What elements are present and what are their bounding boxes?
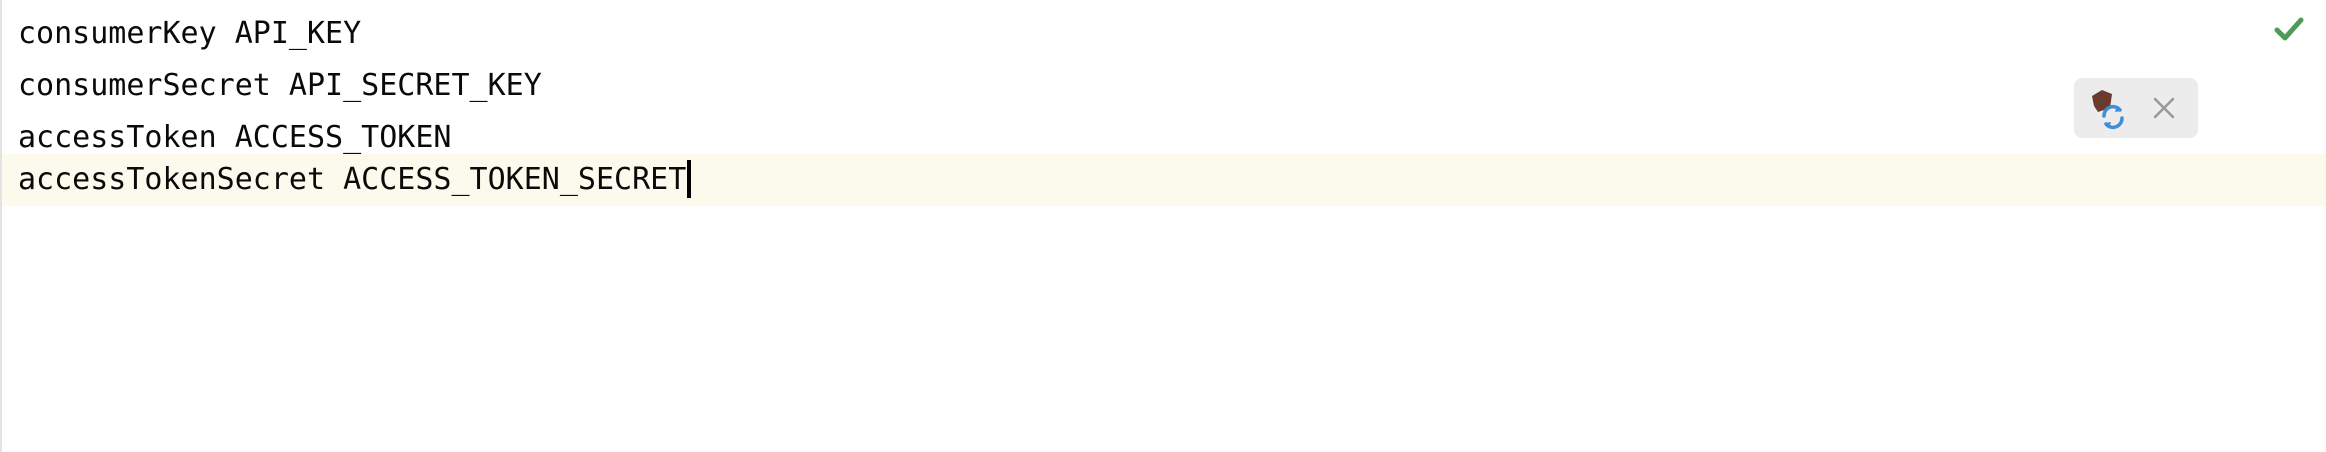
load-gradle-changes-icon[interactable] xyxy=(2088,86,2132,130)
floating-toolbar xyxy=(2074,78,2198,138)
code-editor[interactable]: consumerKey API_KEY consumerSecret API_S… xyxy=(0,0,2326,452)
code-line-4-text: accessTokenSecret ACCESS_TOKEN_SECRET xyxy=(18,162,687,197)
code-line-4-current[interactable]: accessTokenSecret ACCESS_TOKEN_SECRET xyxy=(2,154,2326,206)
check-icon xyxy=(2274,17,2304,41)
text-caret xyxy=(687,159,692,198)
code-line-2[interactable]: consumerSecret API_SECRET_KEY xyxy=(2,60,2326,112)
close-icon[interactable] xyxy=(2150,94,2178,122)
code-line-1[interactable]: consumerKey API_KEY xyxy=(2,8,2326,60)
